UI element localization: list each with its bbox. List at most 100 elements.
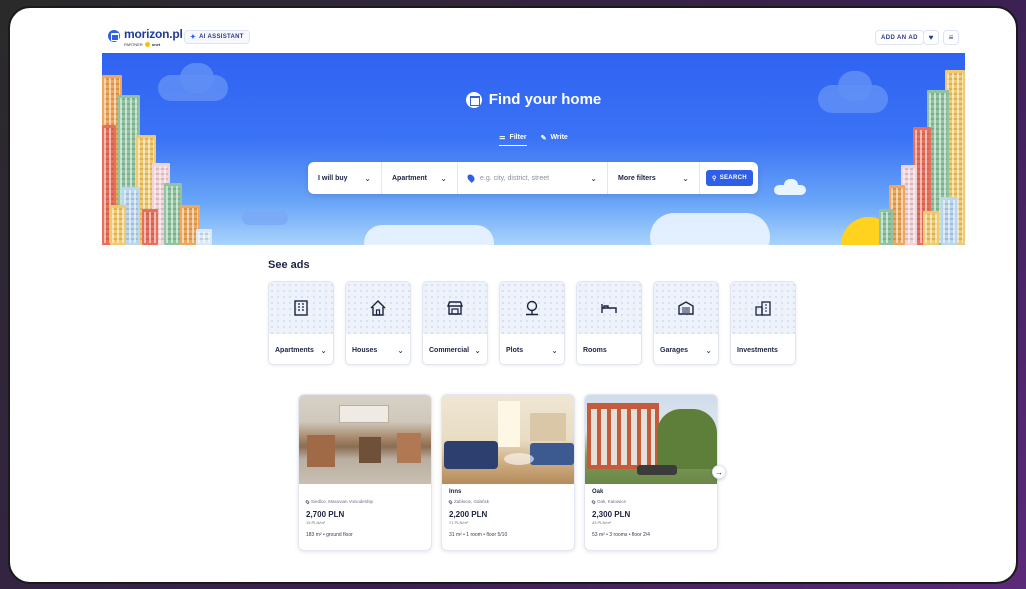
category-garages[interactable]: Garages ⌄ — [653, 281, 719, 365]
pencil-icon: ✎ — [540, 134, 547, 142]
chevron-down-icon: ⌄ — [440, 173, 447, 183]
hamburger-menu-icon: ≡ — [948, 33, 954, 42]
carousel-next-button[interactable]: → — [712, 465, 726, 479]
listing-location: Zabłocie, Gdańsk — [454, 499, 490, 504]
property-type-value: Apartment — [392, 174, 428, 182]
hero-title-text: Find your home — [488, 91, 602, 108]
search-button-label: SEARCH — [719, 175, 747, 181]
tab-filter[interactable]: ⚌ Filter — [499, 133, 527, 146]
listing-price-per-m2: 71 PLN/m² — [449, 520, 469, 525]
logo[interactable]: morizon.pl PARTNER onet — [108, 28, 183, 47]
listing-details: 183 m² • ground floor — [306, 532, 353, 538]
category-label: Houses — [352, 346, 378, 354]
hero-title: Find your home — [102, 91, 965, 108]
transaction-value: I will buy — [318, 174, 348, 182]
chevron-down-icon: ⌄ — [682, 173, 689, 183]
listing-details: 53 m² • 3 rooms • floor 2/4 — [592, 532, 650, 538]
category-label: Apartments — [275, 346, 314, 354]
cloud-decoration — [242, 211, 288, 225]
location-pin-icon — [305, 499, 310, 504]
category-label: Commercial — [429, 346, 470, 354]
listing-price: 2,200 PLN — [449, 510, 488, 519]
ai-assistant-button[interactable]: ✦ AI ASSISTANT — [184, 30, 250, 44]
location-pin-icon — [466, 173, 476, 183]
chevron-down-icon[interactable]: ⌄ — [705, 346, 712, 355]
listing-location: Siedlce, Masovian Voivodeship — [311, 499, 374, 504]
location-pin-icon — [448, 499, 453, 504]
tab-write-label: Write — [550, 134, 568, 141]
garage-icon — [678, 301, 694, 315]
category-plots[interactable]: Plots ⌄ — [499, 281, 565, 365]
right-city-illustration — [879, 53, 965, 245]
listing-price: 2,300 PLN — [592, 510, 631, 519]
logo-text: morizon.pl — [124, 27, 183, 41]
location-input[interactable]: e.g. city, district, street ⌄ — [458, 162, 608, 194]
partner-brand: onet — [151, 42, 161, 47]
category-houses[interactable]: Houses ⌄ — [345, 281, 411, 365]
logo-house-icon — [108, 30, 120, 42]
investment-buildings-icon — [755, 301, 771, 316]
cloud-decoration — [364, 225, 494, 245]
hero-banner: Find your home ⚌ Filter ✎ Write I will b… — [102, 53, 965, 245]
category-investments[interactable]: Investments — [730, 281, 796, 365]
tree-plot-icon — [526, 300, 538, 316]
listing-carousel: Siedlce, Masovian Voivodeship 2,700 PLN … — [298, 394, 718, 551]
listing-price-per-m2: 43 PLN/m² — [592, 520, 612, 525]
listing-title — [306, 489, 424, 497]
search-icon: ⚲ — [712, 175, 717, 182]
category-label: Rooms — [583, 346, 607, 354]
see-ads-heading: See ads — [268, 259, 310, 271]
category-rooms[interactable]: Rooms — [576, 281, 642, 365]
chevron-down-icon[interactable]: ⌄ — [474, 346, 481, 355]
category-label: Investments — [737, 346, 778, 354]
location-placeholder: e.g. city, district, street — [480, 174, 550, 182]
arrow-right-icon: → — [715, 467, 723, 477]
partner-label: PARTNER — [124, 42, 143, 47]
chevron-down-icon[interactable]: ⌄ — [320, 346, 327, 355]
ai-assistant-label: AI ASSISTANT — [199, 34, 244, 40]
listing-location: Oak, Katowice — [597, 499, 627, 504]
category-list: Apartments ⌄ Houses ⌄ Commercial ⌄ Plots ⌄ R… — [268, 281, 796, 365]
chevron-down-icon[interactable]: ⌄ — [551, 346, 558, 355]
location-pin-icon — [591, 499, 596, 504]
listing-title: Oak — [592, 489, 604, 495]
chevron-down-icon[interactable]: ⌄ — [397, 346, 404, 355]
listing-photo — [585, 395, 717, 484]
sliders-icon: ⚌ — [499, 134, 506, 141]
sparkle-icon: ✦ — [190, 34, 197, 41]
tab-filter-label: Filter — [509, 133, 527, 141]
listing-card[interactable]: Siedlce, Masovian Voivodeship 2,700 PLN … — [298, 394, 432, 551]
listing-photo — [442, 395, 574, 484]
search-bar: I will buy ⌄ Apartment ⌄ e.g. city, dist… — [308, 162, 758, 194]
top-header: morizon.pl PARTNER onet ✦ AI ASSISTANT A… — [102, 28, 962, 52]
logo-partner: PARTNER onet — [124, 42, 183, 47]
listing-details: 31 m² • 1 room • floor 5/10 — [449, 532, 508, 538]
house-logo-icon — [465, 91, 482, 108]
left-city-illustration — [102, 53, 212, 245]
chevron-down-icon: ⌄ — [590, 173, 597, 183]
property-type-select[interactable]: Apartment ⌄ — [382, 162, 458, 194]
favorites-button[interactable]: ♥ — [923, 30, 939, 45]
category-commercial[interactable]: Commercial ⌄ — [422, 281, 488, 365]
storefront-icon — [446, 301, 464, 315]
tab-write[interactable]: ✎ Write — [541, 133, 568, 146]
search-mode-tabs: ⚌ Filter ✎ Write — [102, 133, 965, 146]
search-button[interactable]: ⚲ SEARCH — [706, 170, 753, 186]
menu-button[interactable]: ≡ — [943, 30, 959, 45]
category-apartments[interactable]: Apartments ⌄ — [268, 281, 334, 365]
category-label: Plots — [506, 346, 524, 354]
transaction-select[interactable]: I will buy ⌄ — [308, 162, 382, 194]
house-icon — [370, 300, 386, 316]
cloud-decoration — [650, 213, 770, 245]
add-ad-button[interactable]: ADD AN AD — [875, 30, 924, 45]
cloud-decoration — [784, 179, 798, 191]
browser-frame: morizon.pl PARTNER onet ✦ AI ASSISTANT A… — [8, 6, 1018, 584]
chevron-down-icon: ⌄ — [364, 173, 371, 183]
more-filters-label: More filters — [618, 174, 656, 182]
listing-card[interactable]: Oak Oak, Katowice 2,300 PLN 43 PLN/m² 53… — [584, 394, 718, 551]
listing-price-per-m2: 15 PLN/m² — [306, 520, 326, 525]
more-filters-button[interactable]: More filters ⌄ — [608, 162, 700, 194]
onet-dot-icon — [144, 42, 150, 47]
listing-card[interactable]: Inns Zabłocie, Gdańsk 2,200 PLN 71 PLN/m… — [441, 394, 575, 551]
listing-price: 2,700 PLN — [306, 510, 345, 519]
